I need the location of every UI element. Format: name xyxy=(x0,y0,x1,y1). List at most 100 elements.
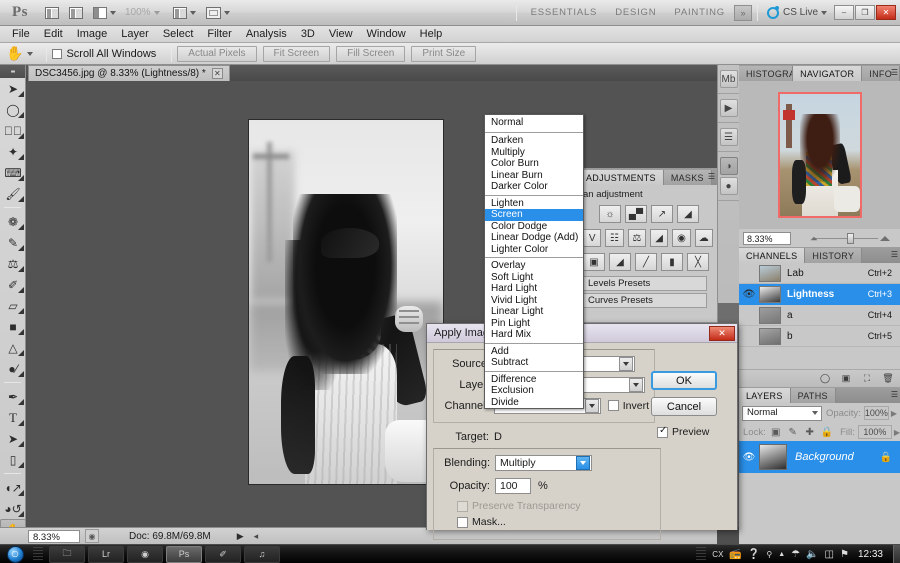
panel-menu-icon[interactable]: ☰ xyxy=(891,390,897,399)
tool-3d-orbit[interactable]: ◕↺ xyxy=(0,498,26,519)
start-orb-icon[interactable]: ⎔ xyxy=(0,545,30,563)
blend-option-vivid-light[interactable]: Vivid Light xyxy=(485,295,583,307)
panel-menu-icon[interactable]: ☰ xyxy=(891,68,897,77)
delete-channel-icon[interactable]: 🗑 xyxy=(880,372,896,386)
tool-dodge[interactable]: ●⁄ xyxy=(0,358,26,379)
blend-option-overlay[interactable]: Overlay xyxy=(485,260,583,272)
ok-button[interactable]: OK xyxy=(651,371,717,390)
security-icon[interactable]: ☂ xyxy=(791,549,800,560)
print-size-button[interactable]: Print Size xyxy=(411,46,476,62)
preview-checkbox[interactable]: Preview xyxy=(657,426,731,438)
blend-option-darker-color[interactable]: Darker Color xyxy=(485,181,583,193)
blend-option-linear-light[interactable]: Linear Light xyxy=(485,306,583,318)
help-icon[interactable]: ❔ xyxy=(748,549,760,560)
zoom-in-icon[interactable] xyxy=(880,236,890,241)
tool-spot-healing[interactable]: ❁ xyxy=(0,211,26,232)
channel-row-lightness[interactable]: 👁 Lightness Ctrl+3 xyxy=(739,284,900,305)
arrange-documents-button[interactable] xyxy=(170,3,199,23)
taskbar-browser[interactable]: ◉ xyxy=(127,546,163,563)
chevron-down-icon[interactable] xyxy=(585,399,599,413)
create-new-channel-icon[interactable]: ⛶ xyxy=(859,372,875,386)
cs-live-button[interactable]: CS Live xyxy=(767,7,827,19)
menu-select[interactable]: Select xyxy=(156,26,201,43)
workspace-design[interactable]: DESIGN xyxy=(606,7,665,18)
blend-option-lighter-color[interactable]: Lighter Color xyxy=(485,244,583,256)
blend-option-color-dodge[interactable]: Color Dodge xyxy=(485,221,583,233)
fill-stepper-icon[interactable]: ▶ xyxy=(894,428,900,437)
tool-3d-rotate[interactable]: ◖↗ xyxy=(0,477,26,498)
zoom-field[interactable]: 8.33% xyxy=(28,530,80,543)
load-channel-as-selection-icon[interactable]: ◯ xyxy=(817,372,833,386)
exposure-icon[interactable]: ◢ xyxy=(677,205,699,223)
menu-image[interactable]: Image xyxy=(70,26,115,43)
color-balance-icon[interactable]: ⚖ xyxy=(628,229,646,247)
toolbox-grip[interactable]: ▪▪ xyxy=(0,65,25,78)
channel-row-lab[interactable]: Lab Ctrl+2 xyxy=(739,263,900,284)
status-menu-arrow-icon[interactable]: ▶ xyxy=(237,531,244,542)
swatches-icon[interactable]: ▶ xyxy=(720,99,738,117)
close-icon[interactable]: ✕ xyxy=(212,68,223,79)
tool-eraser[interactable]: ▱ xyxy=(0,295,26,316)
menu-help[interactable]: Help xyxy=(413,26,450,43)
document-tab[interactable]: DSC3456.jpg @ 8.33% (Lightness/8) * ✕ xyxy=(28,65,230,81)
tool-eyedropper[interactable]: 🖌 xyxy=(0,183,26,204)
panel-menu-icon[interactable]: ☰ xyxy=(708,172,714,181)
menu-window[interactable]: Window xyxy=(360,26,413,43)
chevron-down-icon[interactable] xyxy=(27,52,33,56)
tool-pen[interactable]: ✒ xyxy=(0,386,26,407)
channel-mixer-icon[interactable]: ☁ xyxy=(695,229,713,247)
volume-icon[interactable]: 🔈 xyxy=(806,549,818,560)
workspace-essentials[interactable]: ESSENTIALS xyxy=(522,7,607,18)
tool-marquee[interactable]: ◯ xyxy=(0,99,26,120)
actual-pixels-button[interactable]: Actual Pixels xyxy=(177,46,256,62)
info-icon[interactable]: ☰ xyxy=(720,128,738,146)
tab-masks[interactable]: MASKS xyxy=(664,170,712,185)
tab-histogram[interactable]: HISTOGRAM xyxy=(739,66,793,81)
black-white-icon[interactable]: ◢ xyxy=(650,229,668,247)
tool-type[interactable]: T xyxy=(0,407,26,428)
menu-analysis[interactable]: Analysis xyxy=(239,26,294,43)
save-selection-as-channel-icon[interactable]: ▣ xyxy=(838,372,854,386)
workspace-more-button[interactable]: » xyxy=(734,5,752,21)
chevron-down-icon[interactable] xyxy=(629,378,643,392)
gradient-map-icon[interactable]: ▮ xyxy=(661,253,683,271)
mask-checkbox[interactable]: Mask... xyxy=(457,516,655,528)
tab-channels[interactable]: CHANNELS xyxy=(739,248,805,263)
taskbar-media[interactable]: ♫ xyxy=(244,546,280,563)
menu-layer[interactable]: Layer xyxy=(114,26,156,43)
opacity-value[interactable]: 100% xyxy=(864,406,889,420)
show-desktop-button[interactable] xyxy=(893,545,900,563)
taskbar-paint[interactable]: ✐ xyxy=(205,546,241,563)
blend-option-hard-light[interactable]: Hard Light xyxy=(485,283,583,295)
clock[interactable]: 12:33 xyxy=(858,549,883,560)
menu-filter[interactable]: Filter xyxy=(200,26,238,43)
opacity-input[interactable]: 100 xyxy=(495,478,531,494)
bridge-button[interactable] xyxy=(42,3,62,23)
view-extras-button[interactable] xyxy=(90,3,119,23)
selective-color-icon[interactable]: ╳ xyxy=(687,253,709,271)
navigator-zoom-field[interactable]: 8.33% xyxy=(743,232,791,245)
blend-option-screen[interactable]: Screen xyxy=(485,209,583,221)
workspace-painting[interactable]: PAINTING xyxy=(665,7,734,18)
slider-thumb[interactable] xyxy=(847,233,854,244)
chevron-down-icon[interactable] xyxy=(576,456,590,470)
blend-option-exclusion[interactable]: Exclusion xyxy=(485,385,583,397)
tool-lasso[interactable]: ↘⃝ xyxy=(0,120,26,141)
show-hidden-icon[interactable]: ▲ xyxy=(778,551,785,558)
flag-icon[interactable]: ⚑ xyxy=(840,549,849,560)
blend-option-normal[interactable]: Normal xyxy=(485,115,583,130)
masks-dock-icon[interactable]: ● xyxy=(720,177,738,195)
close-button[interactable]: ✕ xyxy=(876,5,896,20)
menu-view[interactable]: View xyxy=(322,26,360,43)
navigator-preview[interactable] xyxy=(739,81,900,229)
menu-file[interactable]: File xyxy=(5,26,37,43)
battery-icon[interactable]: ◫ xyxy=(825,549,834,560)
tab-history[interactable]: HISTORY xyxy=(805,248,862,263)
levels-presets-item[interactable]: Levels Presets xyxy=(583,276,707,291)
zoom-out-icon[interactable] xyxy=(811,236,818,240)
fit-screen-button[interactable]: Fit Screen xyxy=(263,46,331,62)
document-image[interactable] xyxy=(248,119,444,485)
blend-option-soft-light[interactable]: Soft Light xyxy=(485,272,583,284)
screen-mode-button[interactable] xyxy=(203,3,233,23)
cancel-button[interactable]: Cancel xyxy=(651,397,717,416)
